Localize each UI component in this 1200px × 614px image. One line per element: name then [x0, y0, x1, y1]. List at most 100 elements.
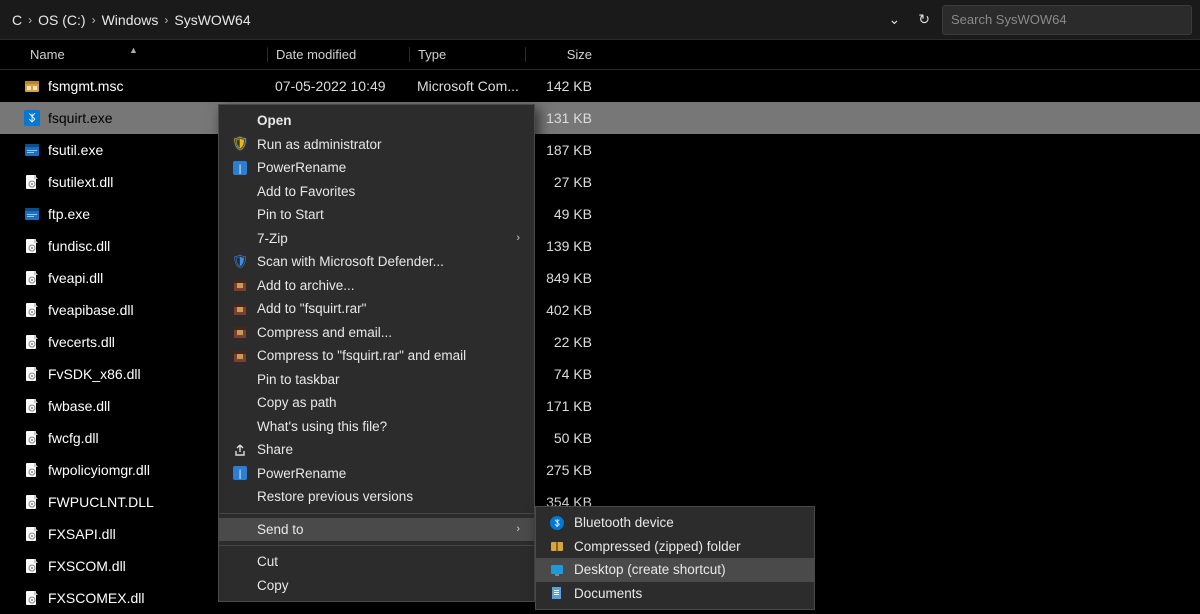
- file-size: 131 KB: [525, 110, 600, 126]
- file-row[interactable]: fundisc.dll139 KB: [0, 230, 1200, 262]
- desktop-icon: [546, 563, 568, 577]
- submenu-item[interactable]: Documents: [536, 582, 814, 606]
- file-row[interactable]: fsmgmt.msc07-05-2022 10:49Microsoft Com.…: [0, 70, 1200, 102]
- submenu-item[interactable]: Desktop (create shortcut): [536, 558, 814, 582]
- menu-item-label: Add to Favorites: [257, 184, 355, 199]
- file-row[interactable]: fsutil.exe187 KB: [0, 134, 1200, 166]
- menu-item[interactable]: 🛡 Run as administrator: [219, 133, 534, 157]
- file-row[interactable]: fwpolicyiomgr.dll275 KB: [0, 454, 1200, 486]
- breadcrumb[interactable]: C › OS (C:) › Windows › SysWOW64: [8, 12, 251, 28]
- file-row[interactable]: FvSDK_x86.dll 74 KB: [0, 358, 1200, 390]
- file-row[interactable]: fwbase.dll171 KB: [0, 390, 1200, 422]
- chevron-right-icon: ›: [516, 523, 520, 535]
- file-size: 849 KB: [525, 270, 600, 286]
- rar-icon: [229, 278, 251, 292]
- menu-item[interactable]: Cut: [219, 550, 534, 574]
- file-name: fsutil.exe: [48, 142, 103, 158]
- menu-item[interactable]: Compress to "fsquirt.rar" and email: [219, 344, 534, 368]
- col-header-size[interactable]: Size: [525, 47, 600, 62]
- breadcrumb-item[interactable]: Windows: [102, 12, 159, 28]
- menu-item-label: Pin to Start: [257, 207, 324, 222]
- menu-item[interactable]: Open: [219, 109, 534, 133]
- file-row[interactable]: fsquirt.exe131 KB: [0, 102, 1200, 134]
- menu-item[interactable]: Share: [219, 438, 534, 462]
- breadcrumb-item[interactable]: SysWOW64: [174, 12, 250, 28]
- menu-item[interactable]: Add to archive...: [219, 274, 534, 298]
- menu-item[interactable]: Send to ›: [219, 518, 534, 542]
- file-size: 22 KB: [525, 334, 600, 350]
- menu-item-label: Copy: [257, 578, 289, 593]
- svg-text:|: |: [239, 164, 242, 175]
- bt-icon: [546, 516, 568, 530]
- menu-item[interactable]: Copy: [219, 574, 534, 598]
- breadcrumb-item[interactable]: OS (C:): [38, 12, 85, 28]
- menu-item[interactable]: Copy as path: [219, 391, 534, 415]
- submenu-item[interactable]: Bluetooth device: [536, 511, 814, 535]
- breadcrumb-item[interactable]: C: [12, 12, 22, 28]
- menu-item-label: Open: [257, 113, 292, 128]
- file-name: fwpolicyiomgr.dll: [48, 462, 150, 478]
- menu-item[interactable]: Add to "fsquirt.rar": [219, 297, 534, 321]
- rar-icon: [229, 302, 251, 316]
- col-header-type[interactable]: Type: [409, 47, 525, 62]
- file-icon: [24, 526, 40, 542]
- menu-item[interactable]: Restore previous versions: [219, 485, 534, 509]
- menu-item[interactable]: 7-Zip›: [219, 227, 534, 251]
- shield-icon: 🛡: [229, 136, 251, 152]
- col-header-name[interactable]: ▲ Name: [0, 47, 267, 62]
- file-row[interactable]: fwcfg.dll 50 KB: [0, 422, 1200, 454]
- file-size: 74 KB: [525, 366, 600, 382]
- submenu-item-label: Documents: [574, 586, 642, 601]
- menu-item-label: Restore previous versions: [257, 489, 413, 504]
- file-name: fveapi.dll: [48, 270, 103, 286]
- file-name: fveapibase.dll: [48, 302, 134, 318]
- menu-item[interactable]: Compress and email...: [219, 321, 534, 345]
- menu-item-label: Run as administrator: [257, 137, 382, 152]
- file-name: FXSCOM.dll: [48, 558, 126, 574]
- file-row[interactable]: fveapibase.dll 402 KB: [0, 294, 1200, 326]
- file-icon: [24, 558, 40, 574]
- menu-item[interactable]: What's using this file?: [219, 415, 534, 439]
- address-bar: C › OS (C:) › Windows › SysWOW64 ⌄ ↻: [0, 0, 1200, 40]
- file-row[interactable]: fveapi.dll 849 KB: [0, 262, 1200, 294]
- submenu-item[interactable]: Compressed (zipped) folder: [536, 535, 814, 559]
- share-icon: [229, 443, 251, 457]
- sort-asc-icon: ▲: [129, 45, 138, 55]
- file-size: 402 KB: [525, 302, 600, 318]
- file-icon: [24, 590, 40, 606]
- menu-item-label: Compress to "fsquirt.rar" and email: [257, 348, 466, 363]
- file-size: 50 KB: [525, 430, 600, 446]
- file-date: 07-05-2022 10:49: [267, 78, 409, 94]
- menu-item[interactable]: 🛡Scan with Microsoft Defender...: [219, 250, 534, 274]
- docs-icon: [546, 586, 568, 600]
- file-size: 49 KB: [525, 206, 600, 222]
- menu-item[interactable]: Add to Favorites: [219, 180, 534, 204]
- file-name: FvSDK_x86.dll: [48, 366, 141, 382]
- col-header-date[interactable]: Date modified: [267, 47, 409, 62]
- file-name: fwbase.dll: [48, 398, 110, 414]
- context-menu: Open 🛡 Run as administrator |PowerRename Add…: [218, 104, 535, 602]
- file-name: fwcfg.dll: [48, 430, 99, 446]
- menu-item-label: What's using this file?: [257, 419, 387, 434]
- file-size: 27 KB: [525, 174, 600, 190]
- rename-icon: |: [229, 466, 251, 480]
- search-input[interactable]: [951, 12, 1183, 27]
- file-row[interactable]: fsutilext.dll27 KB: [0, 166, 1200, 198]
- menu-item[interactable]: |PowerRename: [219, 156, 534, 180]
- menu-item-label: Compress and email...: [257, 325, 392, 340]
- file-name: FXSCOMEX.dll: [48, 590, 144, 606]
- menu-item[interactable]: |PowerRename: [219, 462, 534, 486]
- file-icon: [24, 462, 40, 478]
- file-icon: [24, 302, 40, 318]
- dropdown-icon[interactable]: ⌄: [889, 11, 901, 28]
- menu-item-label: Send to: [257, 522, 304, 537]
- menu-item[interactable]: Pin to Start: [219, 203, 534, 227]
- file-row[interactable]: fvecerts.dll22 KB: [0, 326, 1200, 358]
- search-box[interactable]: [942, 5, 1192, 35]
- file-size: 142 KB: [525, 78, 600, 94]
- refresh-icon[interactable]: ↻: [918, 11, 930, 28]
- menu-item[interactable]: Pin to taskbar: [219, 368, 534, 392]
- file-row[interactable]: ftp.exe49 KB: [0, 198, 1200, 230]
- file-name: FWPUCLNT.DLL: [48, 494, 154, 510]
- menu-item-label: Add to archive...: [257, 278, 355, 293]
